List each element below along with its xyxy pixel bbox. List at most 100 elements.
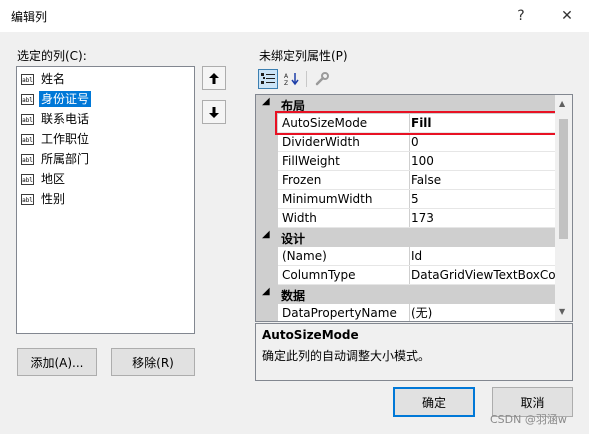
property-row[interactable]: MinimumWidth 5 — [256, 190, 558, 209]
toolbar-separator — [306, 71, 307, 87]
property-name: DataPropertyName — [278, 304, 410, 321]
scroll-down-icon[interactable]: ▼ — [559, 307, 565, 316]
collapse-icon[interactable]: ◢ — [262, 96, 270, 107]
property-name: Width — [278, 209, 410, 228]
property-pages-button[interactable] — [312, 69, 332, 89]
window-title: 编辑列 — [11, 10, 48, 24]
property-row[interactable]: Width 173 — [256, 209, 558, 228]
category-label: 设计 — [281, 232, 306, 246]
move-down-button[interactable] — [202, 100, 226, 124]
close-button[interactable]: ✕ — [545, 0, 589, 32]
svg-text:A: A — [284, 73, 289, 80]
property-name: Frozen — [278, 171, 410, 190]
row-margin — [256, 247, 278, 266]
row-margin — [256, 190, 278, 209]
list-item-label: 联系电话 — [41, 112, 90, 126]
property-name: ColumnType — [278, 266, 410, 285]
categorized-icon — [261, 73, 275, 84]
title-bar: 编辑列 ? ✕ — [0, 0, 589, 32]
scroll-thumb[interactable] — [559, 119, 568, 239]
property-value[interactable]: 5 — [409, 190, 558, 209]
list-item[interactable]: abl 联系电话 — [21, 110, 91, 128]
property-value[interactable]: DataGridViewTextBoxColu — [409, 266, 558, 285]
property-row[interactable]: (Name) Id — [256, 247, 558, 266]
list-item-label: 地区 — [41, 172, 66, 186]
list-item-label: 性别 — [41, 192, 66, 206]
help-button[interactable]: ? — [499, 0, 543, 32]
categorized-button[interactable] — [258, 69, 278, 89]
property-value[interactable]: Fill — [409, 114, 558, 133]
unbound-properties-label: 未绑定列属性(P) — [259, 49, 348, 63]
svg-text:Z: Z — [284, 80, 288, 86]
arrow-up-icon — [209, 72, 219, 84]
row-margin — [256, 266, 278, 285]
description-title: AutoSizeMode — [262, 328, 359, 342]
list-item[interactable]: abl 姓名 — [21, 70, 67, 88]
text-column-icon: abl — [21, 113, 34, 125]
alphabetical-button[interactable]: A Z — [282, 69, 302, 89]
list-item[interactable]: abl 地区 — [21, 170, 67, 188]
text-column-icon: abl — [21, 193, 34, 205]
ok-button[interactable]: 确定 — [393, 387, 475, 417]
list-item-label: 工作职位 — [41, 132, 90, 146]
collapse-icon[interactable]: ◢ — [262, 229, 270, 240]
list-item-label: 姓名 — [41, 72, 66, 86]
property-name: FillWeight — [278, 152, 410, 171]
text-column-icon: abl — [21, 153, 34, 165]
row-margin — [256, 304, 278, 321]
text-column-icon: abl — [21, 133, 34, 145]
row-margin — [256, 209, 278, 228]
property-value[interactable]: 173 — [409, 209, 558, 228]
list-item[interactable]: abl 工作职位 — [21, 130, 91, 148]
property-name: AutoSizeMode — [278, 114, 410, 133]
watermark: CSDN @羽涵w — [490, 413, 567, 426]
list-item[interactable]: abl 身份证号 — [21, 90, 92, 108]
description-text: 确定此列的自动调整大小模式。 — [262, 349, 431, 363]
add-button[interactable]: 添加(A)... — [17, 348, 97, 376]
list-item[interactable]: abl 所属部门 — [21, 150, 91, 168]
property-name: MinimumWidth — [278, 190, 410, 209]
selected-columns-list[interactable]: abl 姓名 abl 身份证号 abl 联系电话 abl 工作职位 abl 所属… — [16, 66, 195, 334]
description-panel: AutoSizeMode 确定此列的自动调整大小模式。 — [255, 323, 573, 381]
row-margin — [256, 171, 278, 190]
property-grid[interactable]: ◢ 布局 AutoSizeMode Fill DividerWidth 0 Fi… — [255, 94, 573, 322]
property-row[interactable]: Frozen False — [256, 171, 558, 190]
property-name: (Name) — [278, 247, 410, 266]
move-up-button[interactable] — [202, 66, 226, 90]
close-icon: ✕ — [561, 8, 573, 24]
alphabetical-icon: A Z — [284, 73, 299, 86]
list-item[interactable]: abl 性别 — [21, 190, 67, 208]
category-label: 数据 — [281, 289, 306, 303]
grid-scrollbar[interactable]: ▲ ▼ — [555, 95, 572, 321]
list-item-label: 身份证号 — [39, 91, 92, 107]
row-margin — [256, 114, 278, 133]
row-margin — [256, 152, 278, 171]
remove-button[interactable]: 移除(R) — [111, 348, 195, 376]
arrow-down-icon — [209, 106, 219, 118]
property-row[interactable]: DataPropertyName (无) — [256, 304, 558, 321]
wrench-icon — [315, 72, 329, 86]
row-margin — [256, 133, 278, 152]
scroll-up-icon[interactable]: ▲ — [559, 99, 565, 108]
list-item-label: 所属部门 — [41, 152, 90, 166]
property-row[interactable]: FillWeight 100 — [256, 152, 558, 171]
help-icon: ? — [517, 8, 525, 24]
selected-columns-label: 选定的列(C): — [17, 49, 87, 63]
category-layout[interactable]: ◢ 布局 — [256, 95, 556, 114]
property-row[interactable]: ColumnType DataGridViewTextBoxColu — [256, 266, 558, 285]
property-value[interactable]: 0 — [409, 133, 558, 152]
text-column-icon: abl — [21, 173, 34, 185]
category-design[interactable]: ◢ 设计 — [256, 228, 556, 247]
property-name: DividerWidth — [278, 133, 410, 152]
property-value[interactable]: Id — [409, 247, 558, 266]
property-row[interactable]: DividerWidth 0 — [256, 133, 558, 152]
text-column-icon: abl — [21, 73, 34, 85]
text-column-icon: abl — [21, 93, 34, 105]
collapse-icon[interactable]: ◢ — [262, 286, 270, 297]
property-value[interactable]: 100 — [409, 152, 558, 171]
category-data[interactable]: ◢ 数据 — [256, 285, 556, 304]
property-value[interactable]: False — [409, 171, 558, 190]
category-label: 布局 — [281, 99, 306, 113]
property-row[interactable]: AutoSizeMode Fill — [256, 114, 558, 133]
property-value[interactable]: (无) — [409, 304, 558, 321]
